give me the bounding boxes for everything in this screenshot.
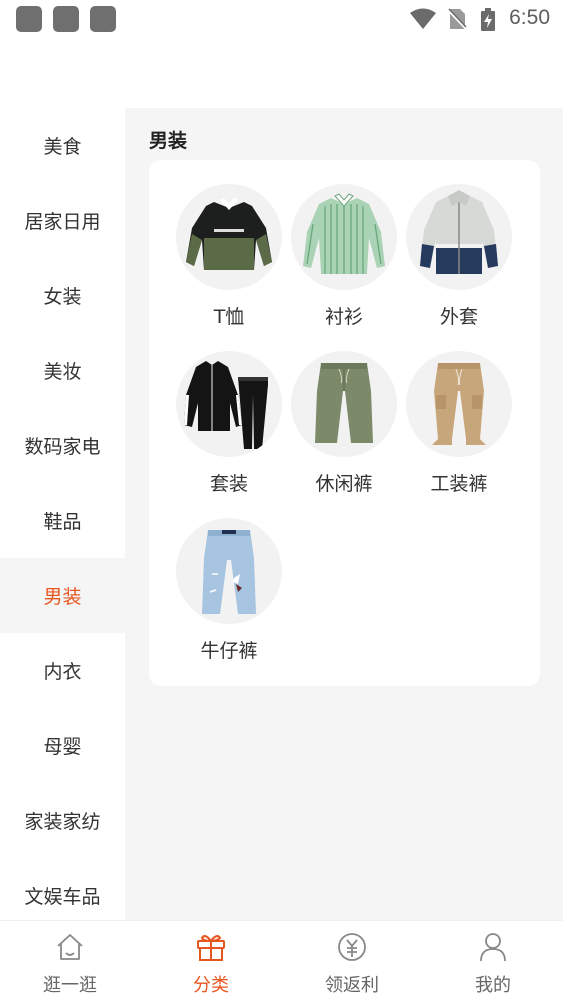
notification-icon: [16, 6, 42, 32]
sidebar-item-underwear[interactable]: 内衣: [0, 633, 125, 708]
shirt-image: [291, 184, 397, 290]
jacket-image: [406, 184, 512, 290]
category-title: 男装: [149, 130, 188, 152]
product-label: 衬衫: [324, 306, 363, 328]
product-tshirt[interactable]: T恤: [176, 184, 286, 334]
subcategory-card: T恤 衬衫 外套 套装 休闲裤 工装裤 牛仔裤: [149, 160, 540, 686]
category-sidebar: 美食 居家日用 女装 美妆 数码家电 鞋品 男装 内衣 母婴 家装家纺 文娱车品: [0, 108, 125, 920]
sidebar-item-baby[interactable]: 母婴: [0, 708, 125, 783]
product-label: 套装: [209, 473, 248, 495]
sidebar-item-entertainment-auto[interactable]: 文娱车品: [0, 858, 125, 920]
product-label: 休闲裤: [315, 473, 373, 495]
user-icon: [480, 933, 506, 962]
tab-rebate[interactable]: 领返利: [282, 921, 422, 1002]
sidebar-item-electronics[interactable]: 数码家电: [0, 408, 125, 483]
product-label: 牛仔裤: [200, 640, 258, 662]
tab-label: 领返利: [325, 975, 379, 996]
sidebar-item-food[interactable]: 美食: [0, 108, 125, 183]
tab-label: 逛一逛: [43, 975, 97, 996]
sidebar-item-beauty[interactable]: 美妆: [0, 333, 125, 408]
product-label: T恤: [213, 306, 245, 328]
tab-category[interactable]: 分类: [141, 921, 281, 1002]
clock: 6:50: [509, 6, 550, 29]
tracksuit-image: [176, 351, 282, 457]
tab-me[interactable]: 我的: [423, 921, 563, 1002]
product-tracksuit[interactable]: 套装: [176, 351, 286, 501]
battery-charging-icon: [481, 8, 495, 31]
cargo-pants-image: [406, 351, 512, 457]
product-casual-pants[interactable]: 休闲裤: [291, 351, 401, 501]
tab-browse[interactable]: 逛一逛: [0, 921, 140, 1002]
product-label: 外套: [439, 306, 478, 328]
tab-label: 分类: [193, 975, 229, 996]
jeans-image: [176, 518, 282, 624]
casual-pants-image: [291, 351, 397, 457]
notification-icon: [53, 6, 79, 32]
home-icon: [57, 934, 83, 960]
sweatshirt-image: [176, 184, 282, 290]
sidebar-item-shoes[interactable]: 鞋品: [0, 483, 125, 558]
sidebar-item-home-textiles[interactable]: 家装家纺: [0, 783, 125, 858]
product-jeans[interactable]: 牛仔裤: [176, 518, 286, 668]
product-shirt[interactable]: 衬衫: [291, 184, 401, 334]
notification-icon: [90, 6, 116, 32]
category-content: 男装 T恤 衬衫 外套 套装 休闲裤 工装裤 牛仔裤: [125, 108, 563, 920]
sidebar-item-womens[interactable]: 女装: [0, 258, 125, 333]
status-bar: 6:50: [0, 0, 563, 40]
no-sim-icon: [447, 8, 467, 30]
bottom-navigation: 逛一逛 分类 领返利 我的: [0, 920, 563, 1002]
product-jacket[interactable]: 外套: [406, 184, 516, 334]
wifi-icon: [410, 8, 436, 29]
product-cargo-pants[interactable]: 工装裤: [406, 351, 516, 501]
sidebar-item-household[interactable]: 居家日用: [0, 183, 125, 258]
tab-label: 我的: [475, 975, 511, 996]
rebate-icon: [338, 933, 366, 961]
sidebar-item-mens[interactable]: 男装: [0, 558, 125, 633]
product-label: 工装裤: [430, 473, 488, 495]
gift-icon: [197, 935, 225, 961]
